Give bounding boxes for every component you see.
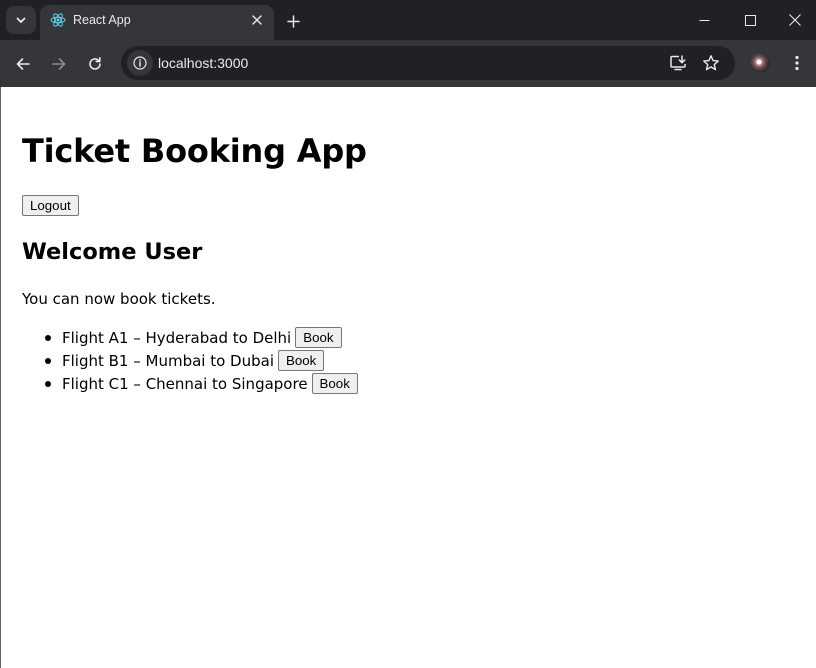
flight-label: Flight B1 – Mumbai to Dubai — [62, 351, 274, 370]
back-button[interactable] — [9, 50, 37, 78]
book-button-b1[interactable]: Book — [278, 350, 325, 371]
maximize-button[interactable] — [727, 0, 773, 40]
book-button-c1[interactable]: Book — [311, 373, 358, 394]
close-icon — [789, 14, 801, 26]
star-icon — [703, 55, 719, 71]
flight-list: Flight A1 – Hyderabad to Delhi Book Flig… — [22, 326, 358, 395]
forward-button[interactable] — [45, 50, 73, 78]
browser-tab[interactable]: React App — [40, 5, 274, 40]
flight-item-b1: Flight B1 – Mumbai to Dubai Book — [22, 349, 358, 372]
browser-menu-button[interactable] — [786, 52, 808, 74]
welcome-heading: Welcome User — [22, 239, 203, 265]
kebab-menu-icon — [795, 55, 799, 71]
flight-label: Flight C1 – Chennai to Singapore — [62, 374, 308, 393]
browser-toolbar: localhost:3000 — [0, 40, 816, 87]
bookmark-button[interactable] — [701, 53, 721, 73]
reload-icon — [89, 57, 101, 70]
site-info-button[interactable] — [127, 50, 153, 76]
install-app-button[interactable] — [668, 53, 688, 73]
close-icon — [252, 15, 262, 25]
profile-avatar[interactable] — [750, 53, 770, 73]
new-tab-button[interactable] — [282, 10, 304, 32]
browser-tab-bar: React App — [0, 0, 816, 40]
address-bar[interactable]: localhost:3000 — [121, 46, 735, 80]
maximize-icon — [744, 14, 756, 26]
info-icon — [133, 56, 147, 70]
flight-item-c1: Flight C1 – Chennai to Singapore Book — [22, 372, 358, 395]
chevron-down-icon — [16, 17, 26, 23]
flight-label: Flight A1 – Hyderabad to Delhi — [62, 328, 292, 347]
install-app-icon — [670, 55, 686, 71]
arrow-left-icon — [16, 58, 30, 70]
arrow-right-icon — [52, 58, 66, 70]
minimize-icon — [699, 19, 709, 21]
page-viewport: Ticket Booking App Logout Welcome User Y… — [0, 87, 816, 668]
intro-text: You can now book tickets. — [22, 290, 216, 308]
react-logo-icon — [50, 13, 66, 27]
page-title: Ticket Booking App — [22, 132, 367, 170]
book-button-a1[interactable]: Book — [295, 327, 342, 348]
minimize-button[interactable] — [681, 0, 727, 40]
tab-close-button[interactable] — [249, 12, 265, 28]
plus-icon — [286, 14, 300, 28]
tab-title: React App — [73, 13, 131, 27]
url-text[interactable]: localhost:3000 — [158, 55, 248, 71]
reload-button[interactable] — [81, 50, 109, 78]
tab-search-button[interactable] — [6, 6, 36, 34]
flight-item-a1: Flight A1 – Hyderabad to Delhi Book — [22, 326, 358, 349]
logout-button[interactable]: Logout — [22, 195, 79, 216]
close-window-button[interactable] — [772, 0, 816, 40]
